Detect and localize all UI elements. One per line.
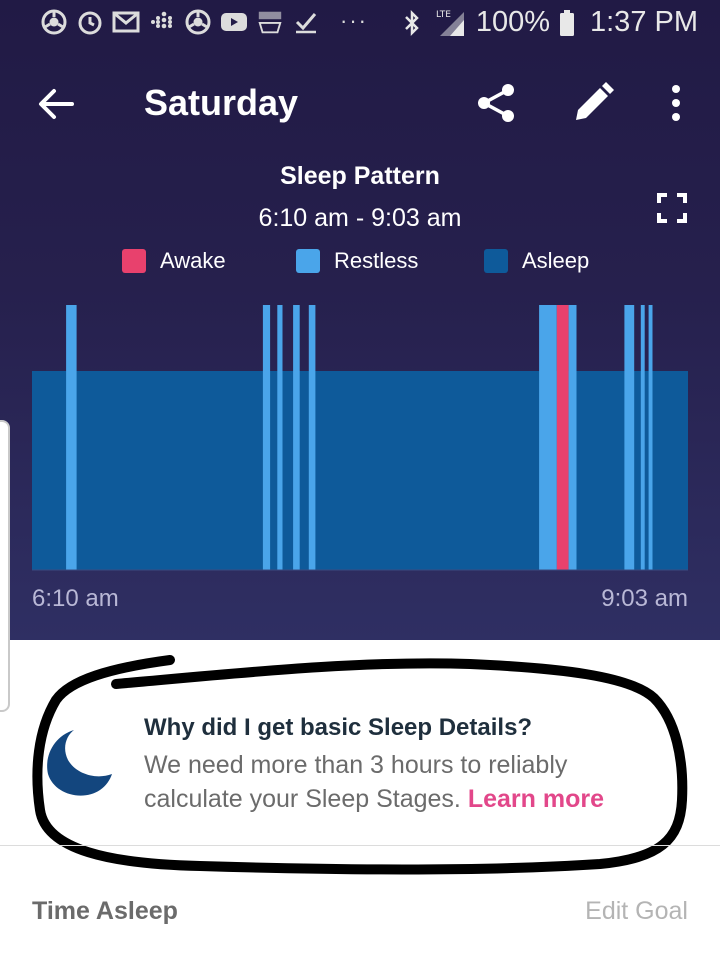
chart-legend: Awake Restless Asleep <box>0 248 720 278</box>
page-title: Saturday <box>144 82 299 123</box>
chrome-icon <box>184 8 212 36</box>
more-notifications-icon: ··· <box>340 8 368 33</box>
legend-asleep: Asleep <box>484 248 589 274</box>
axis-end-label: 9:03 am <box>601 585 688 612</box>
battery-icon <box>558 9 576 37</box>
legend-awake: Awake <box>122 248 226 274</box>
edit-goal-link[interactable]: Edit Goal <box>585 897 688 926</box>
restless-segment <box>308 305 316 570</box>
basic-sleep-info: Why did I get basic Sleep Details? We ne… <box>0 640 720 875</box>
notification-icons <box>40 8 320 36</box>
gmail-icon <box>112 8 140 36</box>
fullscreen-button[interactable] <box>656 192 688 224</box>
back-arrow-icon <box>39 89 74 119</box>
legend-label: Asleep <box>522 248 590 273</box>
edit-button[interactable] <box>570 80 616 126</box>
back-button[interactable] <box>36 84 76 124</box>
status-bar: ··· LTE 100% 1:37 PM <box>0 0 720 48</box>
moon-icon <box>40 724 116 800</box>
network-type: LTE <box>436 10 451 20</box>
sleep-pattern-chart <box>32 305 688 571</box>
legend-restless: Restless <box>296 248 418 274</box>
chart-time-range: 6:10 am - 9:03 am <box>258 204 462 232</box>
status-bar-right: LTE 100% 1:37 PM <box>398 6 698 39</box>
more-options-button[interactable] <box>660 80 692 126</box>
status-time: 1:37 PM <box>590 6 698 38</box>
awake-segment <box>556 305 569 570</box>
time-asleep-label: Time Asleep <box>32 897 178 925</box>
legend-swatch-asleep <box>484 249 508 273</box>
legend-swatch-awake <box>122 249 146 273</box>
check-icon <box>292 8 320 36</box>
youtube-icon <box>220 8 248 36</box>
restless-segment <box>66 305 77 570</box>
restless-segment <box>640 305 645 570</box>
axis-start-label: 6:10 am <box>32 585 119 612</box>
asleep-band <box>32 371 688 570</box>
timer-icon <box>76 8 104 36</box>
restless-segment <box>539 305 557 570</box>
chart-title: Sleep Pattern <box>280 162 440 190</box>
restless-segment <box>262 305 271 570</box>
share-button[interactable] <box>474 80 520 126</box>
restless-segment <box>624 305 635 570</box>
learn-more-link[interactable]: Learn more <box>468 785 604 813</box>
amazon-icon <box>256 8 284 36</box>
edit-pencil-icon <box>576 82 614 120</box>
fitbit-icon <box>148 8 176 36</box>
signal-icon: LTE <box>434 9 468 37</box>
restless-segment <box>648 305 653 570</box>
sleep-hero: ··· LTE 100% 1:37 PM Saturday Sleep Patt… <box>0 0 720 640</box>
legend-label: Awake <box>160 248 226 273</box>
battery-percent: 100% <box>475 6 550 38</box>
restless-segment <box>293 305 300 570</box>
bluetooth-icon <box>398 9 426 37</box>
restless-segment <box>568 305 577 570</box>
info-body: We need more than 3 hours to reliably ca… <box>144 748 664 816</box>
more-vert-icon <box>672 85 680 121</box>
legend-label: Restless <box>334 248 419 273</box>
restless-segment <box>277 305 283 570</box>
legend-swatch-restless <box>296 249 320 273</box>
app-bar: Saturday <box>0 70 720 136</box>
info-title: Why did I get basic Sleep Details? <box>144 714 533 741</box>
chrome-icon <box>40 8 68 36</box>
fullscreen-icon <box>657 193 687 223</box>
share-icon <box>478 84 514 122</box>
section-divider <box>0 845 720 846</box>
